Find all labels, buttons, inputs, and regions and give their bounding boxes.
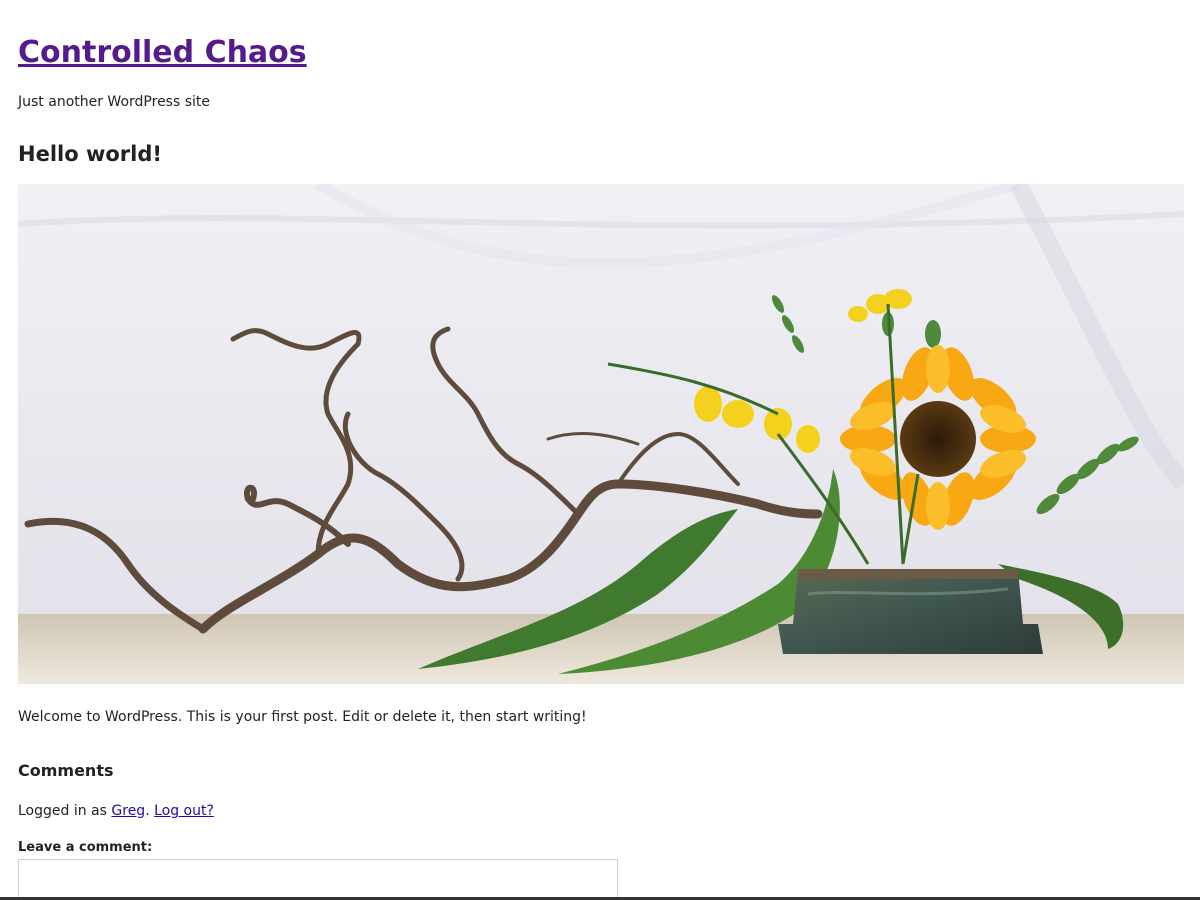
ikebana-illustration [18, 184, 1184, 684]
comment-field-label: Leave a comment: [18, 840, 153, 855]
post-title: Hello world! [18, 142, 162, 166]
logged-in-separator: . [145, 803, 155, 819]
comments-heading: Comments [18, 761, 114, 780]
user-profile-link[interactable]: Greg [111, 803, 145, 819]
post-body: Welcome to WordPress. This is your first… [18, 709, 587, 725]
site-title-link[interactable]: Controlled Chaos [18, 35, 307, 70]
page: Controlled Chaos Just another WordPress … [0, 0, 1200, 900]
comment-textarea[interactable] [18, 859, 618, 900]
site-title: Controlled Chaos [18, 33, 307, 73]
post-featured-image [18, 184, 1184, 684]
logged-in-status: Logged in as Greg. Log out? [18, 801, 214, 821]
ceramic-pot [778, 569, 1043, 654]
logged-in-prefix: Logged in as [18, 803, 112, 819]
site-tagline: Just another WordPress site [18, 94, 211, 110]
logout-link[interactable]: Log out? [154, 803, 214, 819]
